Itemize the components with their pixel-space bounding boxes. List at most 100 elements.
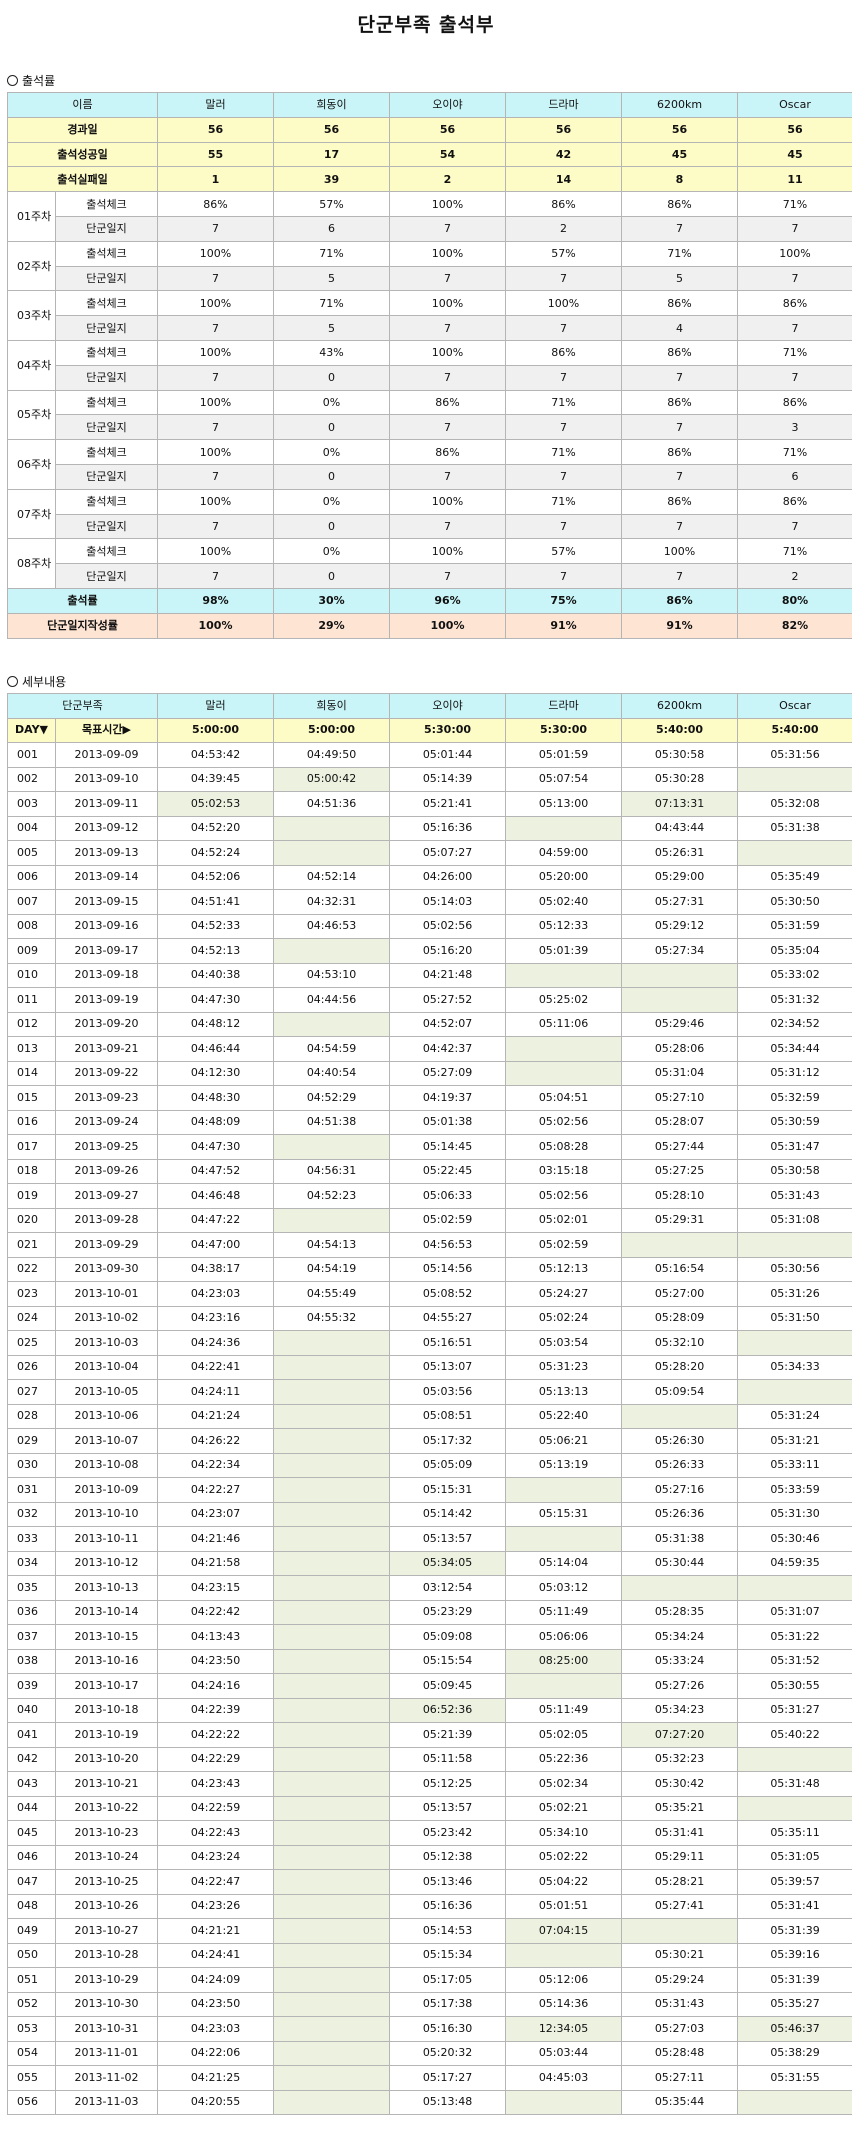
wake-time — [273, 1011, 391, 1037]
wake-time: 05:15:31 — [505, 1501, 623, 1527]
target-time-value: 5:00:00 — [273, 717, 391, 743]
day-row: 004 2013-09-12 04:52:20 05:16:36 04:43:44 05:… — [7, 815, 852, 841]
wake-time: 04:59:35 — [737, 1550, 852, 1576]
wake-time: 04:47:52 — [157, 1158, 275, 1184]
wake-time: 04:24:16 — [157, 1673, 275, 1699]
wake-time: 05:16:51 — [389, 1330, 507, 1356]
wake-time: 05:25:02 — [505, 987, 623, 1013]
wake-time — [737, 1575, 852, 1601]
wake-time: 04:22:41 — [157, 1354, 275, 1380]
wake-time: 05:01:44 — [389, 742, 507, 768]
wake-time: 05:26:30 — [621, 1428, 739, 1454]
wake-time: 05:15:31 — [389, 1477, 507, 1503]
wake-time — [505, 1526, 623, 1552]
week-label: 03주차 — [7, 290, 56, 341]
wake-time: 05:28:48 — [621, 2040, 739, 2066]
wake-time: 05:14:53 — [389, 1918, 507, 1944]
check-value: 100% — [389, 488, 506, 515]
week-diary-row: 단군일지 7 0 7 7 7 6 — [8, 463, 852, 490]
wake-time: 05:13:57 — [389, 1795, 507, 1821]
day-date: 2013-10-07 — [54, 1428, 159, 1454]
wake-time: 05:07:54 — [505, 766, 623, 792]
summary-value: 42 — [505, 141, 622, 168]
wake-time: 03:15:18 — [505, 1158, 623, 1184]
wake-time — [737, 1795, 852, 1821]
day-number: 002 — [7, 766, 56, 792]
diary-label: 단군일지 — [55, 364, 158, 391]
day-date: 2013-10-24 — [54, 1844, 159, 1870]
diary-label: 단군일지 — [55, 315, 158, 341]
wake-time: 04:24:09 — [157, 1967, 275, 1993]
day-row: 039 2013-10-17 04:24:16 05:09:45 05:27:26 05:… — [7, 1673, 852, 1699]
wake-time — [273, 2016, 391, 2042]
summary-label: 경과일 — [7, 116, 158, 143]
wake-time: 05:29:31 — [621, 1207, 739, 1233]
wake-time: 05:31:41 — [737, 1893, 852, 1919]
week-label: 07주차 — [7, 488, 56, 540]
summary-row: 출석성공일 55 17 54 42 45 45 — [7, 141, 852, 168]
week-label: 05주차 — [7, 389, 56, 441]
wake-time: 05:27:26 — [621, 1673, 739, 1699]
wake-time: 05:06:33 — [389, 1183, 507, 1209]
day-row: 018 2013-09-26 04:47:52 04:56:31 05:22:45 03:… — [7, 1158, 852, 1184]
day-number: 005 — [7, 840, 56, 866]
day-row: 054 2013-11-01 04:22:06 05:20:32 05:03:44 05:… — [7, 2040, 852, 2066]
check-value: 100% — [389, 538, 506, 565]
diary-value: 7 — [621, 364, 738, 391]
wake-time: 05:31:55 — [737, 2065, 852, 2091]
diary-label: 단군일지 — [55, 215, 158, 242]
wake-time: 05:31:43 — [737, 1183, 852, 1209]
check-value: 86% — [157, 191, 274, 217]
diary-rate-label: 단군일지작성률 — [7, 612, 158, 639]
wake-time — [621, 987, 739, 1013]
wake-time: 04:23:03 — [157, 1281, 275, 1307]
wake-time: 04:47:30 — [157, 987, 275, 1013]
wake-time: 05:34:33 — [737, 1354, 852, 1380]
wake-time — [737, 2089, 852, 2115]
diary-value: 7 — [157, 215, 274, 242]
wake-time: 05:27:44 — [621, 1134, 739, 1160]
wake-time — [621, 1403, 739, 1429]
wake-time: 05:31:41 — [621, 1820, 739, 1846]
member-header: 6200km — [621, 92, 738, 118]
week-diary-row: 단군일지 7 6 7 2 7 7 — [8, 215, 852, 242]
week-check-row: 08주차 출석체크 100% 0% 100% 57% 100% 71% — [7, 538, 852, 589]
check-value: 100% — [389, 290, 506, 317]
wake-time: 05:31:30 — [737, 1501, 852, 1527]
wake-time: 05:08:52 — [389, 1281, 507, 1307]
wake-time: 05:26:36 — [621, 1501, 739, 1527]
summary-value: 56 — [389, 116, 506, 143]
wake-time: 05:23:29 — [389, 1599, 507, 1625]
diary-value: 7 — [157, 463, 274, 490]
diary-value: 7 — [389, 215, 506, 242]
day-number: 039 — [7, 1673, 56, 1699]
day-date: 2013-09-17 — [54, 938, 159, 964]
wake-time: 05:12:25 — [389, 1771, 507, 1797]
wake-time: 05:27:16 — [621, 1477, 739, 1503]
day-number: 028 — [7, 1403, 56, 1429]
day-date: 2013-10-21 — [54, 1771, 159, 1797]
wake-time: 04:23:03 — [157, 2016, 275, 2042]
check-value: 71% — [505, 439, 622, 465]
wake-time: 04:22:06 — [157, 2040, 275, 2066]
wake-time: 05:29:24 — [621, 1967, 739, 1993]
day-date: 2013-09-19 — [54, 987, 159, 1013]
day-number: 050 — [7, 1942, 56, 1968]
wake-time: 07:13:31 — [621, 791, 739, 817]
wake-time: 05:31:38 — [621, 1526, 739, 1552]
wake-time — [273, 1501, 391, 1527]
day-number: 012 — [7, 1011, 56, 1037]
day-date: 2013-10-18 — [54, 1697, 159, 1723]
wake-time: 05:31:38 — [737, 815, 852, 841]
wake-time: 05:13:57 — [389, 1526, 507, 1552]
wake-time: 05:30:46 — [737, 1526, 852, 1552]
day-date: 2013-09-29 — [54, 1232, 159, 1258]
wake-time: 05:40:22 — [737, 1722, 852, 1748]
day-row: 042 2013-10-20 04:22:29 05:11:58 05:22:36 05:… — [7, 1746, 852, 1772]
day-date: 2013-10-08 — [54, 1452, 159, 1478]
wake-time: 05:35:11 — [737, 1820, 852, 1846]
day-row: 008 2013-09-16 04:52:33 04:46:53 05:02:56 05:… — [7, 913, 852, 939]
wake-time: 05:02:56 — [505, 1109, 623, 1135]
day-number: 022 — [7, 1256, 56, 1282]
check-value: 86% — [389, 439, 506, 465]
